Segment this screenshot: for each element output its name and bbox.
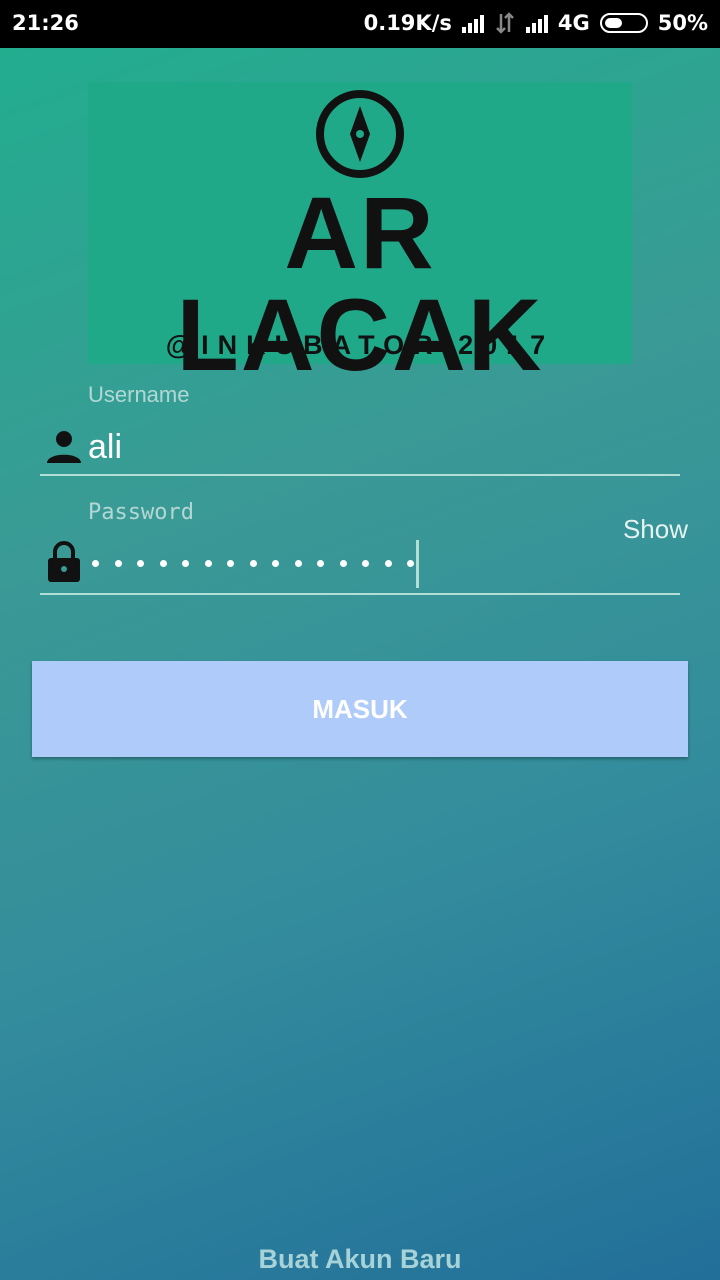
password-dot (407, 560, 414, 567)
compass-icon (316, 90, 404, 178)
login-screen: AR LACAK @INKUBATOR 2017 Username ali Pa… (0, 48, 720, 1280)
show-password-toggle[interactable]: Show (623, 514, 688, 545)
network-speed: 0.19K/s (363, 11, 452, 35)
status-icons: 0.19K/s 4G 50% (364, 11, 708, 35)
password-dot (384, 560, 392, 567)
password-label: Password (88, 500, 194, 525)
password-dot (294, 560, 302, 567)
password-dot (317, 560, 324, 567)
password-dot (227, 560, 234, 567)
battery-icon (599, 13, 648, 33)
person-icon (47, 431, 81, 463)
status-bar: 21:26 0.19K/s 4G 50% (0, 0, 720, 48)
battery-fill (604, 18, 623, 28)
app-logo: AR LACAK @INKUBATOR 2017 (88, 82, 632, 386)
password-dot (272, 560, 279, 567)
password-dot (362, 560, 369, 567)
lock-icon (48, 541, 80, 582)
app-subtitle: @INKUBATOR 2017 (165, 330, 555, 360)
password-dot (339, 560, 347, 567)
battery-percent: 50% (657, 11, 708, 35)
password-dot (182, 560, 189, 567)
password-dot (249, 560, 257, 567)
username-input[interactable]: ali (88, 428, 122, 467)
password-dot (114, 560, 122, 567)
username-label: Username (88, 382, 190, 407)
password-dot (204, 560, 212, 567)
status-time: 21:26 (12, 11, 79, 35)
password-input[interactable] (92, 560, 414, 567)
password-dot (159, 560, 167, 567)
create-account-link[interactable]: Buat Akun Baru (0, 1244, 720, 1275)
login-button[interactable]: MASUK (32, 661, 688, 757)
password-dot (92, 560, 99, 567)
text-cursor (416, 540, 419, 588)
data-arrows-icon (495, 12, 514, 34)
username-underline (40, 474, 680, 476)
signal-icon (525, 13, 548, 33)
network-type: 4G (557, 11, 590, 35)
password-dot (137, 560, 144, 567)
password-underline (40, 593, 680, 595)
signal-icon (461, 13, 484, 33)
